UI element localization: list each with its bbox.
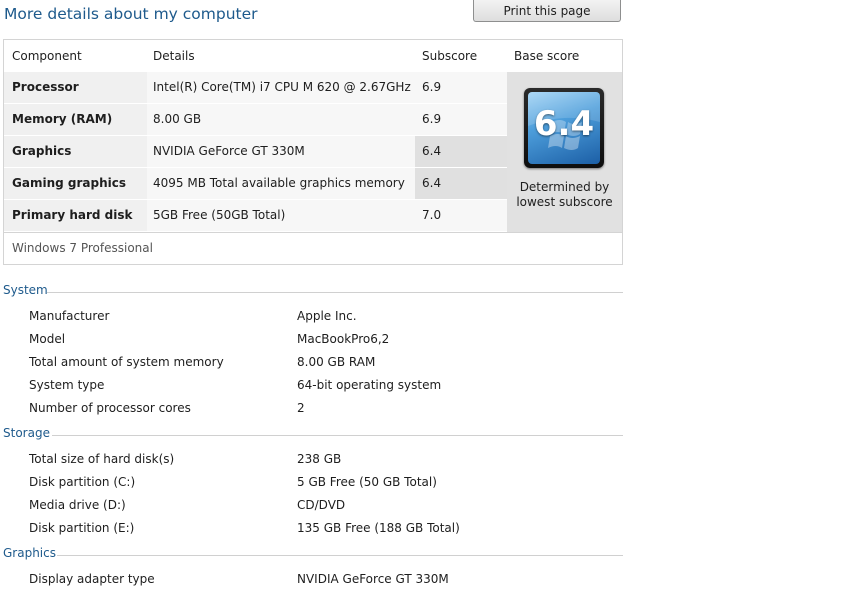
system-type-label: System type xyxy=(29,378,105,392)
score-row-processor: Processor Intel(R) Core(TM) i7 CPU M 620… xyxy=(4,72,507,103)
system-model-label: Model xyxy=(29,332,66,346)
print-page-button[interactable]: Print this page xyxy=(473,0,621,22)
component-subscore: 6.4 xyxy=(415,168,507,199)
windows-edition: Windows 7 Professional xyxy=(12,241,153,255)
system-type-value: 64-bit operating system xyxy=(297,378,442,392)
score-row-gaming-graphics: Gaming graphics 4095 MB Total available … xyxy=(4,168,507,199)
component-subscore: 6.9 xyxy=(415,104,507,135)
section-divider xyxy=(47,292,623,293)
system-model-value: MacBookPro6,2 xyxy=(297,332,390,346)
storage-media-d-label: Media drive (D:) xyxy=(29,498,126,512)
score-row-primary-hard-disk: Primary hard disk 5GB Free (50GB Total) … xyxy=(4,200,507,231)
score-panel: Component Details Subscore Base score Pr… xyxy=(3,39,623,265)
base-score-badge: 6.4 xyxy=(524,88,604,168)
system-cores-value: 2 xyxy=(297,401,305,415)
storage-total-value: 238 GB xyxy=(297,452,342,466)
storage-media-d-value: CD/DVD xyxy=(297,498,346,512)
header-subscore: Subscore xyxy=(422,49,478,63)
section-system-heading: System xyxy=(3,283,48,297)
component-details: 8.00 GB xyxy=(147,104,415,135)
storage-partition-c-label: Disk partition (C:) xyxy=(29,475,136,489)
header-details: Details xyxy=(153,49,195,63)
section-storage-heading: Storage xyxy=(3,426,50,440)
storage-partition-e-value: 135 GB Free (188 GB Total) xyxy=(297,521,460,535)
system-cores-label: Number of processor cores xyxy=(29,401,191,415)
base-caption-line2: lowest subscore xyxy=(516,195,613,209)
component-subscore: 6.9 xyxy=(415,72,507,103)
base-score-area: 6.4 Determined by lowest subscore xyxy=(507,72,622,232)
graphics-adapter-label: Display adapter type xyxy=(29,572,155,586)
component-details: 4095 MB Total available graphics memory xyxy=(147,168,415,199)
component-subscore: 7.0 xyxy=(415,200,507,231)
header-base-score: Base score xyxy=(514,49,580,63)
page-title: More details about my computer xyxy=(4,5,258,23)
component-name: Memory (RAM) xyxy=(4,104,147,135)
system-manufacturer-value: Apple Inc. xyxy=(297,309,357,323)
storage-partition-c-value: 5 GB Free (50 GB Total) xyxy=(297,475,437,489)
component-name: Primary hard disk xyxy=(4,200,147,231)
score-row-memory: Memory (RAM) 8.00 GB 6.9 xyxy=(4,104,507,135)
component-details: Intel(R) Core(TM) i7 CPU M 620 @ 2.67GHz xyxy=(147,72,415,103)
component-name: Graphics xyxy=(4,136,147,167)
base-score-caption: Determined by lowest subscore xyxy=(507,180,622,210)
windows-logo-icon: 6.4 xyxy=(528,92,600,164)
component-details: NVIDIA GeForce GT 330M xyxy=(147,136,415,167)
system-manufacturer-label: Manufacturer xyxy=(29,309,110,323)
component-subscore: 6.4 xyxy=(415,136,507,167)
section-divider xyxy=(52,435,623,436)
storage-partition-e-label: Disk partition (E:) xyxy=(29,521,135,535)
storage-total-label: Total size of hard disk(s) xyxy=(29,452,175,466)
header-component: Component xyxy=(12,49,82,63)
component-name: Processor xyxy=(4,72,147,103)
graphics-adapter-value: NVIDIA GeForce GT 330M xyxy=(297,572,449,586)
base-score-value: 6.4 xyxy=(533,104,595,144)
score-row-graphics: Graphics NVIDIA GeForce GT 330M 6.4 xyxy=(4,136,507,167)
section-graphics-heading: Graphics xyxy=(3,546,56,560)
component-details: 5GB Free (50GB Total) xyxy=(147,200,415,231)
section-divider xyxy=(57,555,623,556)
edition-divider xyxy=(4,232,622,233)
system-memory-label: Total amount of system memory xyxy=(29,355,224,369)
component-name: Gaming graphics xyxy=(4,168,147,199)
base-caption-line1: Determined by xyxy=(519,180,610,194)
system-memory-value: 8.00 GB RAM xyxy=(297,355,376,369)
